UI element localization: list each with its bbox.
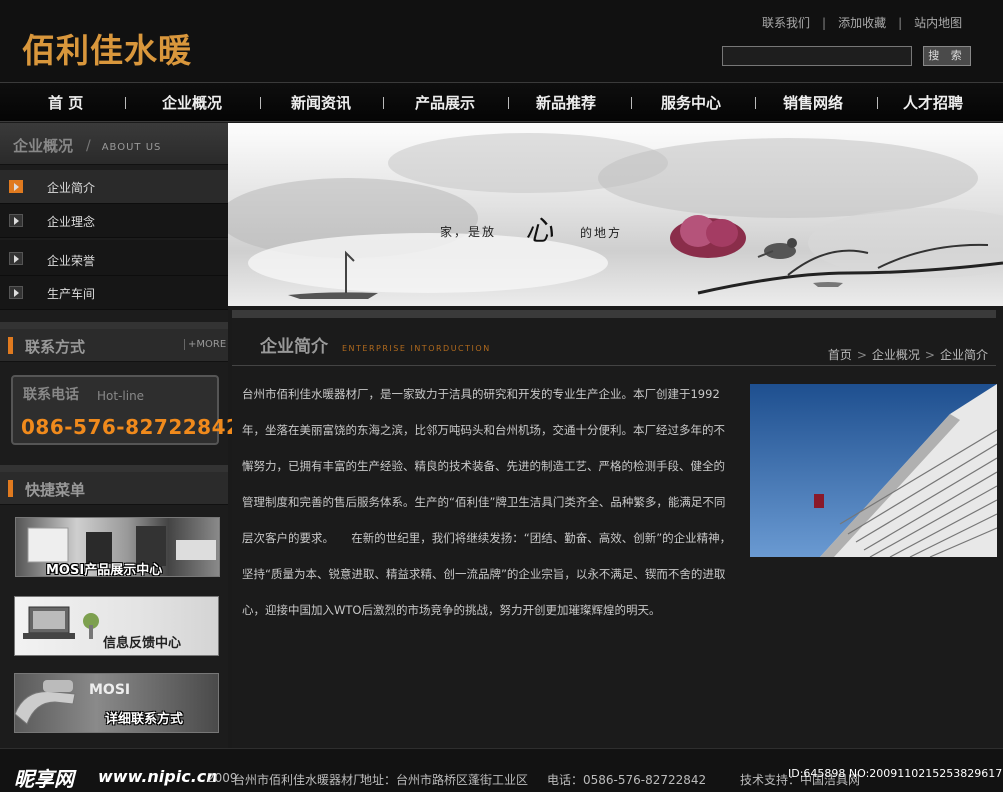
sidebar-title: 企业概况 — [13, 137, 74, 155]
link-site-map[interactable]: 站内地图 — [914, 16, 962, 30]
building-image — [750, 384, 997, 557]
nav-divider — [755, 97, 756, 109]
contact-header: 联系方式 +MORE — [0, 329, 228, 362]
article-body: 台州市佰利佳水暖器材厂，是一家致力于洁具的研究和开发的专业生产企业。本厂创建于1… — [242, 387, 732, 617]
sidebar-header: 企业概况 / ABOUT US — [0, 123, 228, 165]
contact-more-link[interactable]: +MORE — [184, 339, 226, 350]
mosi-brand-text: MOSI — [89, 682, 131, 698]
nav-divider — [260, 97, 261, 109]
nav-divider — [383, 97, 384, 109]
link-contact-us[interactable]: 联系我们 — [762, 16, 810, 30]
sidebar-title-en: / ABOUT US — [86, 138, 161, 154]
nav-jobs[interactable]: 人才招聘 — [903, 92, 963, 113]
product-showcase-label: MOSI产品展示中心 — [46, 563, 163, 577]
nav-about[interactable]: 企业概况 — [162, 92, 222, 113]
contact-details-banner[interactable]: MOSI 详细联系方式 — [14, 673, 219, 733]
sidebar-item-workshop[interactable]: 生产车间 — [0, 276, 228, 310]
nav-divider — [125, 97, 126, 109]
chevron-right-icon: > — [924, 348, 935, 362]
section-marker — [8, 480, 13, 497]
contact-details-label: 详细联系方式 — [105, 712, 184, 727]
page-title-en: ENTERPRISE INTORDUCTION — [342, 344, 491, 353]
image-id-watermark: ID:645898 NO:20091102152538296171 — [788, 767, 1003, 780]
sidebar-title-en-text: ABOUT US — [101, 142, 162, 153]
content-top-bar — [232, 310, 996, 318]
nav-products[interactable]: 产品展示 — [415, 92, 475, 113]
sidebar-item-honors[interactable]: 企业荣誉 — [0, 240, 228, 276]
content-header: 企业简介 ENTERPRISE INTORDUCTION 首页 > 企业概况 > 企业简… — [232, 322, 996, 366]
hotline-title-en: Hot-line — [97, 389, 145, 403]
ink-landscape-image — [228, 133, 1003, 299]
hero-banner: 家，是放 心 的地方 — [228, 123, 1003, 306]
nav-service[interactable]: 服务中心 — [661, 92, 721, 113]
site-logo[interactable]: 佰利佳水暖 — [22, 24, 192, 72]
breadcrumb-about[interactable]: 企业概况 — [872, 348, 920, 362]
watermark-logo: 昵享网 — [14, 767, 74, 791]
sidebar-item-label: 企业理念 — [47, 215, 96, 229]
hotline-title: 联系电话 — [23, 387, 79, 403]
arrow-right-icon — [9, 214, 23, 227]
nav-new-products[interactable]: 新品推荐 — [536, 92, 596, 113]
footer: 昵享网 www.nipic.cn 2009 台州市佰利佳水暖器材厂 地址：台州市… — [0, 748, 1003, 792]
watermark-url: www.nipic.cn — [98, 767, 218, 786]
sidebar-item-label: 企业荣誉 — [47, 254, 96, 268]
footer-phone: 电话：0586-576-82722842 — [547, 773, 707, 787]
arrow-right-icon — [9, 180, 23, 193]
header: 佰利佳水暖 联系我们 | 添加收藏 | 站内地图 搜 索 — [0, 0, 1003, 82]
divider: | — [822, 16, 827, 30]
chevron-right-icon: > — [856, 348, 867, 362]
footer-address: 地址：台州市路桥区蓬街工业区 — [360, 773, 529, 787]
hotline-box: 联系电话 Hot-line 086-576-82722842 — [11, 375, 240, 445]
main-nav: 首 页 企业概况 新闻资讯 产品展示 新品推荐 服务中心 销售网络 人才招聘 — [0, 82, 1003, 122]
nav-divider — [877, 97, 878, 109]
link-add-favorite[interactable]: 添加收藏 — [838, 16, 886, 30]
nav-divider — [631, 97, 632, 109]
main-content: 企业简介 ENTERPRISE INTORDUCTION 首页 > 企业概况 > 企业简… — [232, 310, 1003, 748]
divider: | — [898, 16, 903, 30]
arrow-right-icon — [9, 286, 23, 299]
page-title: 企业简介 — [260, 337, 328, 357]
feedback-center-banner[interactable]: 信息反馈中心 — [14, 596, 219, 656]
hero-slogan-part1: 家，是放 — [440, 225, 497, 239]
top-links: 联系我们 | 添加收藏 | 站内地图 — [762, 14, 962, 31]
hotline-number: 086-576-82722842 — [21, 415, 241, 439]
sidebar-item-label: 生产车间 — [47, 287, 96, 301]
feedback-center-label: 信息反馈中心 — [103, 636, 182, 651]
hero-slogan-heart: 心 — [525, 214, 554, 247]
breadcrumb-current: 企业简介 — [939, 348, 988, 362]
quick-menu-header: 快捷菜单 — [0, 472, 228, 505]
building-photo — [750, 384, 997, 557]
contact-title: 联系方式 — [25, 338, 86, 356]
quick-menu-title: 快捷菜单 — [25, 481, 86, 499]
nav-divider — [508, 97, 509, 109]
sidebar-item-philosophy[interactable]: 企业理念 — [0, 204, 228, 238]
breadcrumb-home[interactable]: 首页 — [828, 348, 852, 362]
nav-sales-network[interactable]: 销售网络 — [783, 92, 843, 113]
hero-slogan-part2: 的地方 — [580, 226, 623, 240]
sidebar: 企业概况 / ABOUT US 企业简介 企业理念 企业荣誉 生产车间 联系方式 … — [0, 123, 240, 748]
article: 台州市佰利佳水暖器材厂，是一家致力于洁具的研究和开发的专业生产企业。本厂创建于1… — [242, 376, 997, 628]
arrow-right-icon — [9, 252, 23, 265]
nav-home[interactable]: 首 页 — [48, 92, 83, 113]
nav-news[interactable]: 新闻资讯 — [291, 92, 351, 113]
search-input[interactable] — [722, 46, 912, 66]
product-showcase-banner[interactable]: MOSI产品展示中心 — [15, 517, 220, 577]
sidebar-item-company-profile[interactable]: 企业简介 — [0, 170, 228, 204]
breadcrumb: 首页 > 企业概况 > 企业简介 — [828, 346, 988, 363]
section-marker — [8, 337, 13, 354]
footer-company: 台州市佰利佳水暖器材厂 — [233, 773, 366, 787]
sidebar-item-label: 企业简介 — [47, 181, 96, 195]
slash: / — [86, 138, 92, 154]
search-button[interactable]: 搜 索 — [923, 46, 971, 66]
